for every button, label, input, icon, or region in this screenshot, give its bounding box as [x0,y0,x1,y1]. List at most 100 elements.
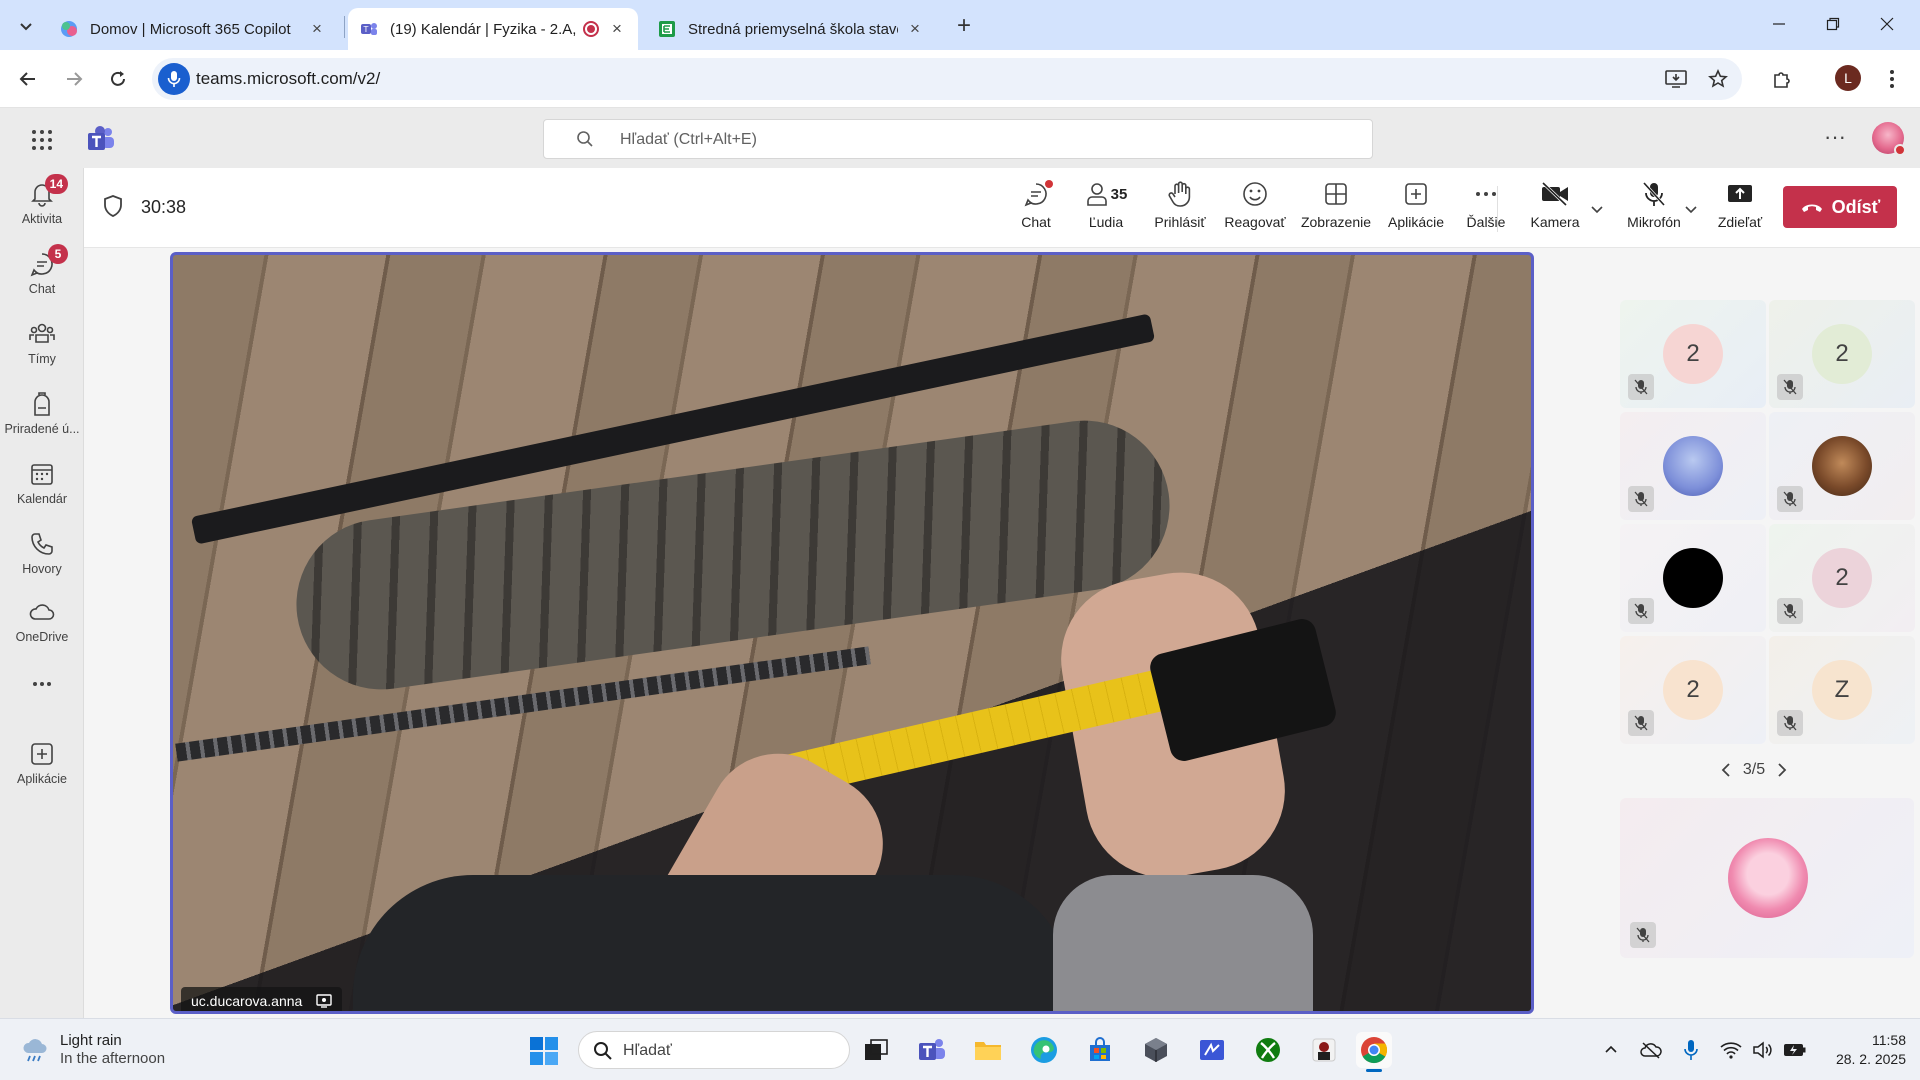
rail-item-apps[interactable]: Aplikácie [0,734,84,796]
taskbar-app-remote[interactable] [1194,1032,1230,1068]
rail-item-activity[interactable]: 14 Aktivita [0,174,84,236]
close-icon[interactable]: × [906,19,924,38]
taskbar-app-character[interactable] [1306,1032,1342,1068]
windows-start-icon[interactable] [528,1035,560,1067]
self-view-tile[interactable] [1620,798,1914,958]
raise-hand-button[interactable]: Prihlásiť [1143,178,1217,240]
camera-button[interactable]: Kamera [1510,178,1600,240]
url-text: teams.microsoft.com/v2/ [196,69,381,88]
bookmark-button[interactable] [1702,63,1734,95]
raise-hand-icon [1168,181,1191,207]
app-launcher-icon[interactable] [28,126,56,154]
tray-overflow-button[interactable] [1598,1037,1624,1063]
teams-logo-icon [88,126,114,150]
unread-dot [1045,180,1053,188]
tray-microphone[interactable] [1678,1037,1704,1063]
participant-tile[interactable] [1620,524,1766,632]
install-app-button[interactable] [1660,63,1692,95]
rail-item-label: Tímy [28,352,56,366]
apps-button[interactable]: Aplikácie [1379,178,1453,240]
react-button[interactable]: Reagovať [1217,178,1293,240]
rail-item-calls[interactable]: Hovory [0,524,84,586]
minimize-button[interactable] [1752,0,1806,48]
chat-button[interactable]: Chat [1003,178,1069,240]
browser-tab-school[interactable]: Stredná priemyselná škola stave × [646,8,936,50]
control-label: Aplikácie [1387,214,1445,230]
wifi-icon [1720,1042,1742,1059]
restore-button[interactable] [1806,0,1860,48]
smiley-icon [1243,182,1267,206]
xbox-icon [1256,1038,1280,1062]
more-icon [1476,192,1496,196]
close-icon[interactable]: × [308,19,326,38]
microphone-options-chevron[interactable] [1682,202,1700,220]
participant-tile[interactable]: 2 [1769,524,1915,632]
tray-battery[interactable] [1782,1037,1808,1063]
weather-subtitle: In the afternoon [60,1050,166,1067]
more-icon [33,682,51,686]
address-bar[interactable]: teams.microsoft.com/v2/ [152,58,1742,100]
close-icon[interactable]: × [608,19,626,38]
participant-tile[interactable]: 2 [1620,636,1766,744]
forward-button[interactable] [58,63,90,95]
presenter-video[interactable]: uc.ducarova.anna [170,252,1534,1014]
extensions-button[interactable] [1766,63,1798,95]
participant-initial: 2 [1663,324,1723,384]
rail-item-chat[interactable]: 5 Chat [0,244,84,306]
taskbar-teams-app[interactable] [914,1032,950,1068]
profile-avatar[interactable]: L [1835,65,1861,91]
tray-volume[interactable] [1750,1037,1776,1063]
share-button[interactable]: Zdieľať [1704,178,1776,240]
camera-options-chevron[interactable] [1588,202,1606,220]
people-button[interactable]: 35 Ľudia [1069,178,1143,240]
rail-item-calendar[interactable]: Kalendár [0,454,84,516]
rail-item-assignments[interactable]: Priradené ú... [0,384,84,446]
taskbar-edge[interactable] [1026,1032,1062,1068]
browser-menu-button[interactable] [1876,63,1908,95]
back-button[interactable] [12,63,44,95]
participant-tile[interactable]: 2 [1620,300,1766,408]
taskbar-search-input[interactable]: Hľadať [578,1031,850,1069]
system-clock[interactable]: 11:58 28. 2. 2025 [1826,1031,1906,1069]
microphone-active-icon[interactable] [158,63,190,95]
edge-icon [1031,1037,1057,1063]
rail-item-label: OneDrive [15,630,69,644]
rail-item-onedrive[interactable]: OneDrive [0,592,84,654]
rail-more-apps[interactable] [0,670,84,700]
taskbar-app-cube[interactable] [1138,1032,1174,1068]
weather-widget[interactable]: Light rain In the afternoon [20,1029,165,1071]
tray-wifi[interactable] [1718,1037,1744,1063]
taskbar-store[interactable] [1082,1032,1118,1068]
participant-tile[interactable]: 2 [1769,300,1915,408]
shield-icon[interactable] [102,194,124,218]
rail-item-label: Priradené ú... [4,422,80,436]
muted-mic-icon [1777,598,1803,624]
participant-tile[interactable] [1769,412,1915,520]
participant-tile[interactable]: Z [1769,636,1915,744]
taskbar-xbox[interactable] [1250,1032,1286,1068]
settings-more-button[interactable]: ··· [1820,124,1850,154]
task-view-button[interactable] [858,1032,894,1068]
tray-cloud-offline[interactable] [1638,1037,1664,1063]
store-icon [1090,1037,1110,1061]
user-avatar[interactable] [1872,122,1906,156]
control-divider [1497,186,1498,232]
next-page-button[interactable] [1771,759,1793,781]
participant-tile[interactable] [1620,412,1766,520]
muted-mic-icon [1777,710,1803,736]
previous-page-button[interactable] [1715,759,1737,781]
dog-photo-avatar [1812,436,1872,496]
new-tab-button[interactable]: + [950,12,978,40]
reload-button[interactable] [102,63,134,95]
teams-search-input[interactable]: Hľadať (Ctrl+Alt+E) [543,119,1373,159]
close-window-button[interactable] [1860,0,1914,48]
taskbar-file-explorer[interactable] [970,1032,1006,1068]
rail-item-teams[interactable]: Tímy [0,314,84,376]
browser-tab-teams[interactable]: T (19) Kalendár | Fyzika - 2.A, × [348,8,638,50]
taskbar-chrome[interactable] [1356,1032,1392,1072]
tab-search-dropdown[interactable] [12,12,40,40]
leave-meeting-button[interactable]: Odísť [1783,186,1897,228]
view-button[interactable]: Zobrazenie [1293,178,1379,240]
browser-tab-copilot[interactable]: Domov | Microsoft 365 Copilot × [48,8,338,50]
task-view-icon [865,1039,888,1060]
